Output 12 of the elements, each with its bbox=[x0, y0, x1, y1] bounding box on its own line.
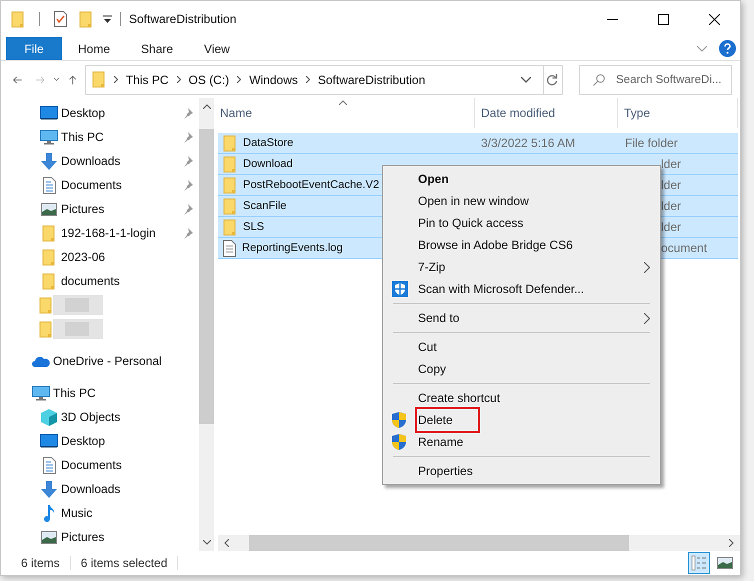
file-name: ReportingEvents.log bbox=[242, 240, 343, 256]
file-name: Download bbox=[243, 156, 293, 172]
type-cell: File folder bbox=[625, 136, 678, 150]
type-cell: lder bbox=[661, 157, 682, 171]
file-name: DataStore bbox=[243, 136, 294, 151]
date-cell: 3/3/2022 5:16 AM bbox=[481, 136, 576, 150]
file-name: ScanFile bbox=[243, 198, 287, 214]
file-name: SLS bbox=[243, 220, 264, 235]
window-title: SoftwareDistribution bbox=[129, 11, 236, 28]
file-name: PostRebootEventCache.V2 bbox=[243, 178, 380, 193]
status-text: 6 items bbox=[21, 555, 60, 572]
status-text: 6 items selected bbox=[80, 555, 168, 572]
